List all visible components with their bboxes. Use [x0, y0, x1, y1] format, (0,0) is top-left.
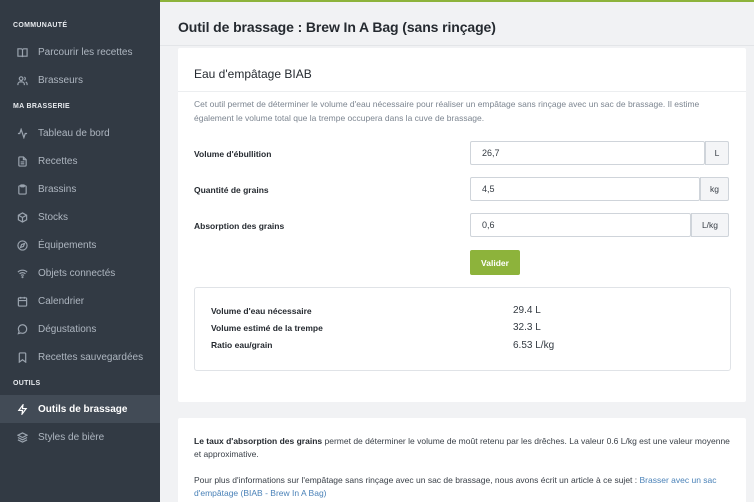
- water-needed-value: 29.4 L: [513, 305, 541, 316]
- boil-volume-unit: L: [705, 141, 729, 165]
- calendar-icon: [16, 295, 28, 307]
- ratio-label: Ratio eau/grain: [211, 340, 273, 350]
- section-brewery: MA BRASSERIE: [13, 103, 71, 110]
- section-community: COMMUNAUTÉ: [13, 22, 68, 29]
- card-title: Eau d'empâtage BIAB: [194, 67, 312, 81]
- boil-volume-input[interactable]: [470, 141, 705, 165]
- box-icon: [16, 211, 28, 223]
- page-title: Outil de brassage : Brew In A Bag (sans …: [178, 19, 496, 35]
- sidebar-item-browse-recipes[interactable]: Parcourir les recettes: [0, 38, 160, 66]
- divider: [160, 45, 754, 46]
- grain-absorption-label: Absorption des grains: [194, 221, 285, 231]
- calculator-description: Cet outil permet de déterminer le volume…: [194, 99, 700, 123]
- results-panel: Volume d'eau nécessaire 29.4 L Volume es…: [194, 287, 731, 371]
- calculator-card: Eau d'empâtage BIAB Cet outil permet de …: [178, 48, 746, 402]
- sidebar-item-saved-recipes[interactable]: Recettes sauvegardées: [0, 343, 160, 371]
- info-card: Le taux d'absorption des grains permet d…: [178, 418, 746, 502]
- wifi-icon: [16, 267, 28, 279]
- absorption-note: Le taux d'absorption des grains permet d…: [194, 435, 734, 461]
- mash-volume-value: 32.3 L: [513, 322, 541, 333]
- bookmark-icon: [16, 351, 28, 363]
- accent-topline: [160, 0, 754, 2]
- grain-quantity-input[interactable]: [470, 177, 700, 201]
- submit-button[interactable]: Valider: [470, 250, 520, 275]
- sidebar-item-tastings[interactable]: Dégustations: [0, 315, 160, 343]
- sidebar-item-dashboard[interactable]: Tableau de bord: [0, 119, 160, 147]
- sidebar-item-calendar[interactable]: Calendrier: [0, 287, 160, 315]
- grain-quantity-unit: kg: [700, 177, 729, 201]
- sidebar-item-stocks[interactable]: Stocks: [0, 203, 160, 231]
- sidebar-item-recipes[interactable]: Recettes: [0, 147, 160, 175]
- users-icon: [16, 74, 28, 86]
- sidebar-item-equipment[interactable]: Équipements: [0, 231, 160, 259]
- sidebar-item-brewers[interactable]: Brasseurs: [0, 66, 160, 94]
- sidebar: COMMUNAUTÉ Parcourir les recettes Brasse…: [0, 0, 160, 502]
- file-icon: [16, 155, 28, 167]
- sidebar-item-brews[interactable]: Brassins: [0, 175, 160, 203]
- layers-icon: [16, 431, 28, 443]
- activity-icon: [16, 127, 28, 139]
- ratio-value: 6.53 L/kg: [513, 340, 555, 351]
- message-icon: [16, 323, 28, 335]
- clipboard-icon: [16, 183, 28, 195]
- water-needed-label: Volume d'eau nécessaire: [211, 306, 312, 316]
- more-info-text: Pour plus d'informations sur l'empâtage …: [194, 475, 640, 485]
- sidebar-item-connected-devices[interactable]: Objets connectés: [0, 259, 160, 287]
- section-tools: OUTILS: [13, 380, 41, 387]
- mash-volume-label: Volume estimé de la trempe: [211, 323, 323, 333]
- absorption-note-bold: Le taux d'absorption des grains: [194, 436, 323, 446]
- divider: [178, 91, 746, 92]
- compass-icon: [16, 239, 28, 251]
- boil-volume-label: Volume d'ébullition: [194, 149, 272, 159]
- grain-absorption-input[interactable]: [470, 213, 691, 237]
- grain-absorption-unit: L/kg: [691, 213, 729, 237]
- book-icon: [16, 46, 28, 58]
- more-info-note: Pour plus d'informations sur l'empâtage …: [194, 474, 734, 500]
- sidebar-item-beer-styles[interactable]: Styles de bière: [0, 423, 160, 451]
- grain-quantity-label: Quantité de grains: [194, 185, 269, 195]
- zap-icon: [16, 403, 28, 415]
- sidebar-item-brewing-tools[interactable]: Outils de brassage: [0, 395, 160, 423]
